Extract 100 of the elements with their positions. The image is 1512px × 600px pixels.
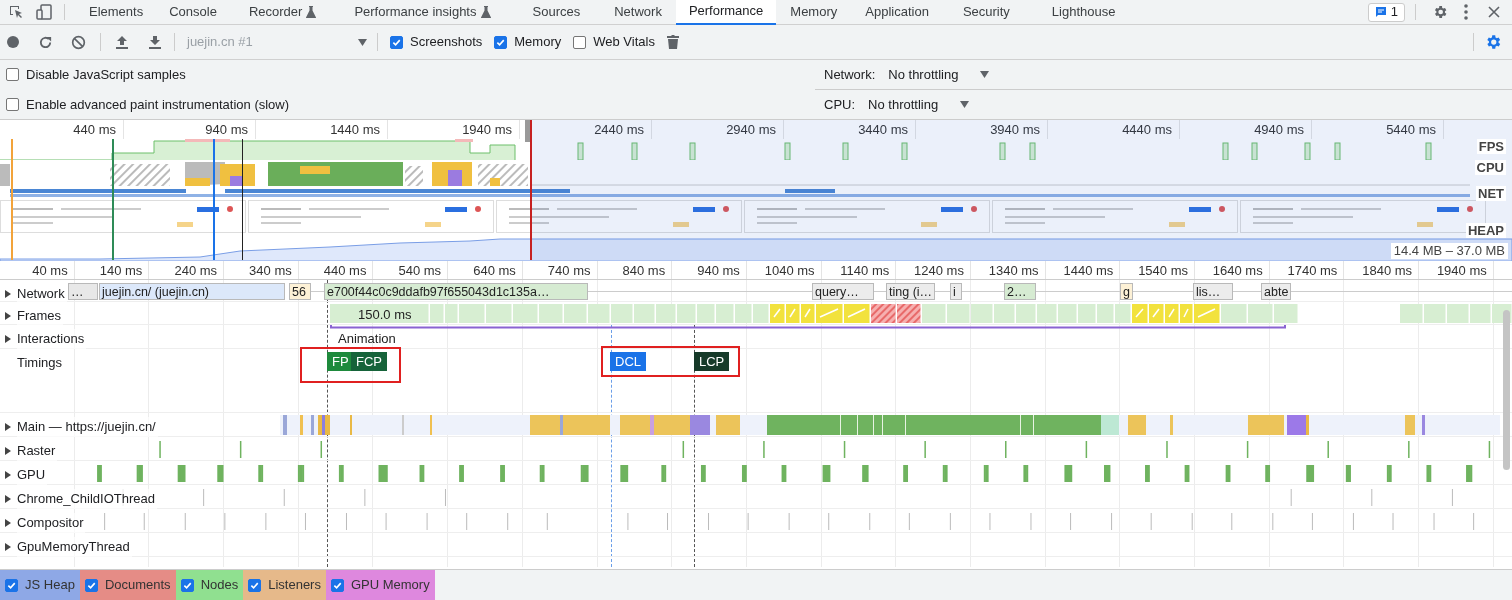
ruler-time-label: 40 ms bbox=[32, 262, 68, 279]
checkbox[interactable] bbox=[6, 97, 19, 111]
network-request-bar[interactable]: g bbox=[1120, 283, 1133, 300]
ruler-time-label: 540 ms bbox=[398, 262, 442, 279]
device-toolbar-icon[interactable] bbox=[36, 4, 52, 20]
counter-toggle[interactable]: Nodes bbox=[175, 570, 244, 600]
expand-triangle-icon[interactable] bbox=[4, 470, 12, 479]
timing-marker[interactable]: FP bbox=[327, 352, 354, 371]
ruler-time-label: 1240 ms bbox=[914, 262, 964, 279]
track-label[interactable]: GpuMemoryThread bbox=[17, 537, 132, 557]
settings-icon[interactable] bbox=[1432, 4, 1448, 20]
clear-icon[interactable] bbox=[71, 34, 86, 50]
caret-icon bbox=[980, 70, 990, 78]
expand-triangle-icon[interactable] bbox=[4, 334, 12, 343]
scrollbar-thumb[interactable] bbox=[1503, 310, 1510, 470]
inspect-element-icon[interactable] bbox=[8, 4, 24, 20]
panel-tab[interactable]: Performance bbox=[675, 0, 777, 25]
counter-toggle[interactable]: Listeners bbox=[243, 570, 326, 600]
ruler-time-label: 640 ms bbox=[473, 262, 516, 279]
track-label[interactable]: Chrome_ChildIOThread bbox=[17, 489, 157, 509]
upload-icon[interactable] bbox=[115, 34, 129, 50]
checkbox-label: Memory bbox=[514, 33, 562, 52]
throttling-label: CPU: bbox=[824, 95, 856, 114]
throttling-select[interactable]: No throttling bbox=[888, 64, 990, 84]
caret-icon bbox=[960, 100, 970, 108]
network-request-bar[interactable]: query… bbox=[812, 283, 874, 300]
counter-toggle[interactable]: JS Heap bbox=[0, 570, 80, 600]
ruler-time-label: 1040 ms bbox=[764, 262, 815, 279]
checkbox[interactable] bbox=[573, 35, 587, 49]
ruler-time-label: 140 ms bbox=[99, 262, 143, 279]
network-request-bar[interactable]: 56 bbox=[289, 283, 311, 300]
interaction-label: Animation bbox=[338, 331, 396, 347]
panel-tab[interactable]: Console bbox=[153, 0, 233, 25]
ruler-time-label: 240 ms bbox=[174, 262, 218, 279]
panel-tab[interactable]: Memory bbox=[776, 0, 852, 25]
network-request-bar[interactable]: juejin.cn/ (juejin.cn) bbox=[99, 283, 285, 300]
checkbox[interactable] bbox=[5, 578, 18, 592]
more-options-icon[interactable] bbox=[1464, 4, 1468, 20]
range-handle[interactable] bbox=[525, 120, 530, 142]
issues-badge[interactable]: 1 bbox=[1367, 2, 1405, 22]
checkbox-label: Web Vitals bbox=[593, 33, 655, 52]
panel-tab[interactable]: Network bbox=[600, 0, 676, 25]
expand-triangle-icon[interactable] bbox=[4, 422, 12, 431]
frame-duration-label: 150.0 ms bbox=[358, 306, 412, 324]
network-request-bar[interactable]: i bbox=[950, 283, 962, 300]
track-label[interactable]: Interactions bbox=[17, 329, 87, 349]
heap-range-label: 14.4 MB – 37.0 MB bbox=[1390, 243, 1508, 259]
track-label[interactable]: Main — https://juejin.cn/ bbox=[17, 417, 158, 437]
expand-triangle-icon[interactable] bbox=[4, 518, 12, 527]
close-icon[interactable] bbox=[1488, 6, 1500, 18]
expand-triangle-icon[interactable] bbox=[4, 494, 12, 503]
ruler-time-label: 1140 ms bbox=[840, 262, 890, 279]
timing-marker[interactable]: FCP bbox=[351, 352, 387, 371]
reload-icon[interactable] bbox=[38, 34, 53, 50]
counter-toggle[interactable]: Documents bbox=[79, 570, 176, 600]
expand-triangle-icon[interactable] bbox=[4, 311, 12, 320]
checkbox-label: Disable JavaScript samples bbox=[26, 66, 186, 84]
panel-tab[interactable]: Sources bbox=[512, 0, 601, 25]
throttling-select[interactable]: No throttling bbox=[868, 94, 970, 114]
ruler-time-label: 340 ms bbox=[249, 262, 292, 279]
network-request-bar[interactable]: … bbox=[68, 283, 98, 300]
throttling-label: Network: bbox=[824, 65, 876, 84]
panel-tab[interactable]: Elements bbox=[79, 0, 154, 25]
panel-tab[interactable]: Performance insights bbox=[332, 0, 513, 25]
ruler-time-label: 1840 ms bbox=[1362, 262, 1413, 279]
timing-marker[interactable]: DCL bbox=[610, 352, 646, 371]
checkbox[interactable] bbox=[6, 68, 19, 82]
ruler-time-label: 1640 ms bbox=[1212, 262, 1263, 279]
checkbox[interactable] bbox=[390, 35, 403, 49]
checkbox[interactable] bbox=[84, 578, 98, 592]
track-label[interactable]: Compositor bbox=[17, 513, 86, 533]
expand-triangle-icon[interactable] bbox=[4, 289, 12, 298]
network-request-bar[interactable]: lis… bbox=[1193, 283, 1233, 300]
checkbox[interactable] bbox=[494, 35, 508, 49]
lane-label: NET bbox=[1476, 186, 1506, 201]
ruler-time-label: 440 ms bbox=[323, 262, 367, 279]
panel-tab[interactable]: Security bbox=[942, 0, 1030, 25]
record-icon[interactable] bbox=[6, 35, 20, 49]
network-request-bar[interactable]: 2… bbox=[1004, 283, 1036, 300]
counter-label: Listeners bbox=[268, 576, 321, 595]
message-icon bbox=[1374, 6, 1387, 18]
checkbox[interactable] bbox=[330, 578, 344, 592]
checkbox[interactable] bbox=[180, 578, 194, 592]
caret-icon bbox=[358, 38, 367, 46]
panel-tab[interactable]: Recorder bbox=[232, 0, 333, 25]
network-request-bar[interactable]: ting (i… bbox=[886, 283, 936, 300]
checkbox[interactable] bbox=[248, 578, 262, 592]
trash-icon[interactable] bbox=[666, 35, 679, 49]
network-request-bar[interactable]: e700f44c0c9ddafb97f655043d1c135a… bbox=[324, 283, 588, 300]
network-request-bar[interactable]: abte bbox=[1261, 283, 1292, 300]
timing-marker[interactable]: LCP bbox=[694, 352, 730, 371]
counter-label: GPU Memory bbox=[350, 576, 430, 595]
expand-triangle-icon[interactable] bbox=[4, 542, 12, 551]
counter-toggle[interactable]: GPU Memory bbox=[325, 570, 435, 600]
panel-tab[interactable]: Lighthouse bbox=[1029, 0, 1138, 25]
download-icon[interactable] bbox=[148, 34, 162, 50]
lane-label: FPS bbox=[1476, 139, 1506, 154]
expand-triangle-icon[interactable] bbox=[4, 446, 12, 455]
panel-tab[interactable]: Application bbox=[851, 0, 943, 25]
counter-label: Documents bbox=[104, 576, 171, 595]
